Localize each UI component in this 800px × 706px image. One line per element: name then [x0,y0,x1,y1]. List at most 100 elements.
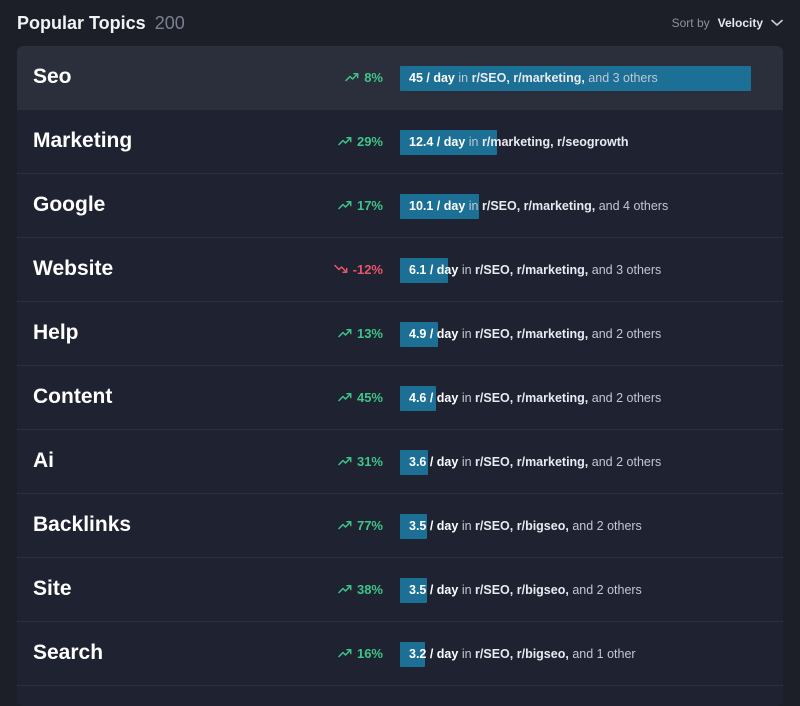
trend-indicator: 38% [338,558,383,620]
topic-name[interactable]: Search [33,622,103,684]
velocity-rate: 12.4 / day [409,135,466,149]
velocity-bar: 6.1 / day in r/SEO, r/marketing, and 3 o… [400,258,751,283]
topic-name[interactable]: Ai [33,430,54,492]
trend-percent: 31% [356,453,383,469]
trend-indicator: 17% [338,174,383,236]
velocity-text: 4.9 / day in r/SEO, r/marketing, and 2 o… [409,322,661,347]
trend-indicator: 29% [338,110,383,172]
topic-row[interactable]: Seo 8% 45 / day in r/SEO, r/marketing, and… [17,46,783,110]
others-count[interactable]: and 4 others [599,199,669,213]
topic-name[interactable]: Google [33,174,105,236]
trend-up-icon [338,520,352,530]
others-count[interactable]: and 2 others [572,583,642,597]
topic-list: Seo 8% 45 / day in r/SEO, r/marketing, and… [17,46,783,706]
velocity-text: 45 / day in r/SEO, r/marketing, and 3 ot… [409,66,658,91]
topic-name[interactable]: Site [33,558,72,620]
trend-indicator: 77% [338,494,383,556]
topic-name[interactable]: Marketing [33,110,132,172]
trend-percent: 77% [356,517,383,533]
in-word: in [461,263,472,277]
topic-row[interactable]: Marketing 29% 12.4 / day in r/marketing, r… [17,110,783,174]
topic-name[interactable]: Website [33,238,113,300]
velocity-bar: 45 / day in r/SEO, r/marketing, and 3 ot… [400,66,751,91]
others-count[interactable]: and 2 others [592,455,662,469]
trend-percent: 8% [364,69,383,85]
in-word: in [461,519,472,533]
topic-name[interactable]: Content [33,366,112,428]
velocity-rate: 3.6 / day [409,455,459,469]
others-count[interactable]: and 2 others [572,519,642,533]
velocity-rate: 45 / day [409,71,455,85]
trend-percent: 16% [356,645,383,661]
trend-indicator: -12% [333,238,383,300]
others-count[interactable]: and 1 other [572,647,635,661]
page-title: Popular Topics [17,12,146,33]
subreddit-list[interactable]: r/SEO, r/marketing, [475,263,588,277]
subreddit-list[interactable]: r/SEO, r/bigseo, [475,519,569,533]
trend-indicator: 31% [338,430,383,492]
subreddit-list[interactable]: r/SEO, r/marketing, [472,71,585,85]
velocity-bar: 4.9 / day in r/SEO, r/marketing, and 2 o… [400,322,751,347]
topic-name[interactable]: Backlinks [33,494,131,556]
topic-row[interactable]: Help 13% 4.9 / day in r/SEO, r/marketing, … [17,302,783,366]
trend-up-icon [338,328,352,338]
trend-up-icon [338,648,352,658]
sort-dropdown[interactable]: Sort by Velocity [672,16,783,30]
trend-percent: 29% [356,133,383,149]
velocity-bar: 4.6 / day in r/SEO, r/marketing, and 2 o… [400,386,751,411]
trend-percent: 13% [356,325,383,341]
others-count[interactable]: and 2 others [592,391,662,405]
trend-percent: 17% [356,197,383,213]
subreddit-list[interactable]: r/marketing, r/seogrowth [482,135,629,149]
topic-name[interactable]: Seo [33,46,72,108]
velocity-text: 10.1 / day in r/SEO, r/marketing, and 4 … [409,194,668,219]
velocity-rate: 10.1 / day [409,199,466,213]
topic-row[interactable]: Search 16% 3.2 / day in r/SEO, r/bigseo, a… [17,622,783,686]
subreddit-list[interactable]: r/SEO, r/bigseo, [475,647,569,661]
subreddit-list[interactable]: r/SEO, r/marketing, [475,391,588,405]
velocity-rate: 3.2 / day [409,647,459,661]
topic-row[interactable]: Backlinks 77% 3.5 / day in r/SEO, r/bigseo… [17,494,783,558]
velocity-bar: 3.5 / day in r/SEO, r/bigseo, and 2 othe… [400,514,751,539]
others-count[interactable]: and 2 others [592,327,662,341]
velocity-text: 6.1 / day in r/SEO, r/marketing, and 3 o… [409,258,661,283]
topic-row[interactable]: Site 38% 3.5 / day in r/SEO, r/bigseo, and… [17,558,783,622]
sort-value: Velocity [717,16,763,30]
velocity-text: 3.5 / day in r/SEO, r/bigseo, and 2 othe… [409,514,642,539]
velocity-bar: 3.6 / day in r/SEO, r/marketing, and 2 o… [400,450,751,475]
trend-percent: -12% [352,261,383,277]
in-word: in [458,71,469,85]
velocity-rate: 4.6 / day [409,391,459,405]
topic-row[interactable]: Website -12% 6.1 / day in r/SEO, r/marketi… [17,238,783,302]
trend-up-icon [338,392,352,402]
trend-up-icon [338,200,352,210]
in-word: in [461,583,472,597]
topic-row[interactable]: Content 45% 4.6 / day in r/SEO, r/marketin… [17,366,783,430]
trend-percent: 38% [356,581,383,597]
trend-indicator: 45% [338,366,383,428]
velocity-rate: 4.9 / day [409,327,459,341]
velocity-bar: 12.4 / day in r/marketing, r/seogrowth [400,130,751,155]
subreddit-list[interactable]: r/SEO, r/marketing, [475,455,588,469]
subreddit-list[interactable]: r/SEO, r/bigseo, [475,583,569,597]
trend-down-icon [333,264,348,274]
topic-name[interactable]: Help [33,302,79,364]
velocity-text: 12.4 / day in r/marketing, r/seogrowth [409,130,629,155]
velocity-bar: 3.2 / day in r/SEO, r/bigseo, and 1 othe… [400,642,751,667]
popular-topics-header: Popular Topics 200 Sort by Velocity [17,0,783,46]
others-count[interactable]: and 3 others [592,263,662,277]
subreddit-list[interactable]: r/SEO, r/marketing, [482,199,595,213]
topic-row[interactable]: Google 17% 10.1 / day in r/SEO, r/marketin… [17,174,783,238]
in-word: in [468,199,479,213]
velocity-text: 3.5 / day in r/SEO, r/bigseo, and 2 othe… [409,578,642,603]
others-count[interactable]: and 3 others [588,71,658,85]
topic-row[interactable]: Ai 31% 3.6 / day in r/SEO, r/marketing, an… [17,430,783,494]
in-word: in [461,391,472,405]
subreddit-list[interactable]: r/SEO, r/marketing, [475,327,588,341]
trend-indicator: 8% [345,46,383,108]
trend-up-icon [338,584,352,594]
in-word: in [468,135,479,149]
sort-label: Sort by [671,16,710,30]
header-title-group: Popular Topics 200 [17,13,185,34]
velocity-bar: 3.5 / day in r/SEO, r/bigseo, and 2 othe… [400,578,751,603]
